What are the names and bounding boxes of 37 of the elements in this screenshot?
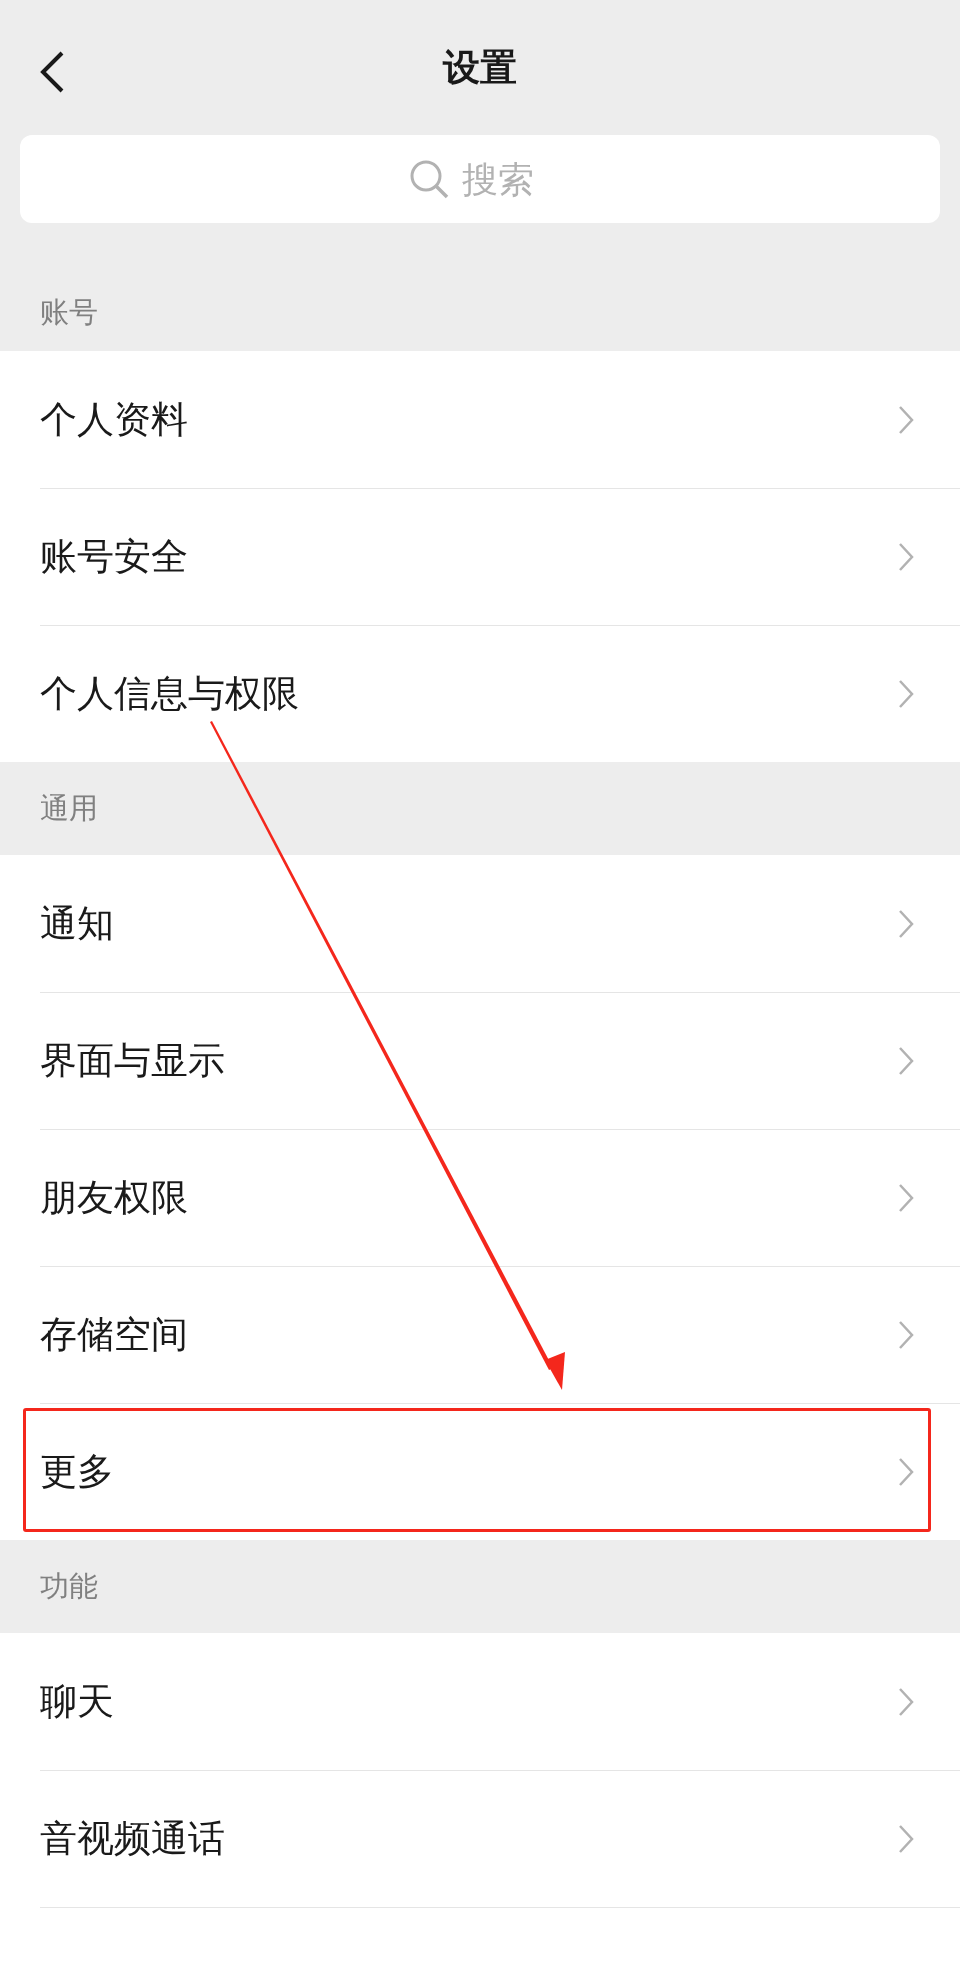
chevron-right-icon [898, 1045, 914, 1076]
item-label: 通知 [40, 900, 114, 947]
section-title: 功能 [40, 1567, 98, 1605]
item-label: 聊天 [40, 1678, 114, 1725]
chevron-right-icon [898, 678, 914, 709]
item-label: 存储空间 [40, 1311, 188, 1358]
chevron-right-icon [898, 541, 914, 572]
settings-item[interactable]: 音视频通话 [0, 1770, 960, 1907]
settings-item[interactable]: 更多 [0, 1403, 960, 1540]
item-label: 更多 [40, 1448, 114, 1495]
settings-item[interactable]: 朋友权限 [0, 1129, 960, 1266]
settings-item[interactable]: 聊天 [0, 1633, 960, 1770]
back-icon[interactable] [38, 50, 66, 94]
item-label: 个人资料 [40, 396, 188, 443]
search-icon [408, 158, 450, 200]
item-label: 界面与显示 [40, 1037, 225, 1084]
settings-item[interactable]: 个人资料 [0, 351, 960, 488]
item-label: 账号安全 [40, 533, 188, 580]
settings-item[interactable]: 个人信息与权限 [0, 625, 960, 762]
settings-item[interactable]: 通知 [0, 855, 960, 992]
chevron-right-icon [898, 1182, 914, 1213]
settings-item[interactable]: 界面与显示 [0, 992, 960, 1129]
item-label: 音视频通话 [40, 1815, 225, 1862]
item-label: 朋友权限 [40, 1174, 188, 1221]
page-title: 设置 [443, 44, 517, 91]
search-field[interactable]: 搜索 [462, 158, 552, 200]
chevron-right-icon [898, 1686, 914, 1717]
settings-item[interactable]: 账号安全 [0, 488, 960, 625]
chevron-right-icon [898, 1319, 914, 1350]
settings-item[interactable]: 存储空间 [0, 1266, 960, 1403]
chevron-right-icon [898, 1823, 914, 1854]
section-title: 账号 [40, 294, 98, 331]
section-title: 通用 [40, 789, 98, 827]
chevron-right-icon [898, 908, 914, 939]
chevron-right-icon [898, 404, 914, 435]
item-label: 个人信息与权限 [40, 670, 299, 717]
chevron-right-icon [898, 1456, 914, 1487]
